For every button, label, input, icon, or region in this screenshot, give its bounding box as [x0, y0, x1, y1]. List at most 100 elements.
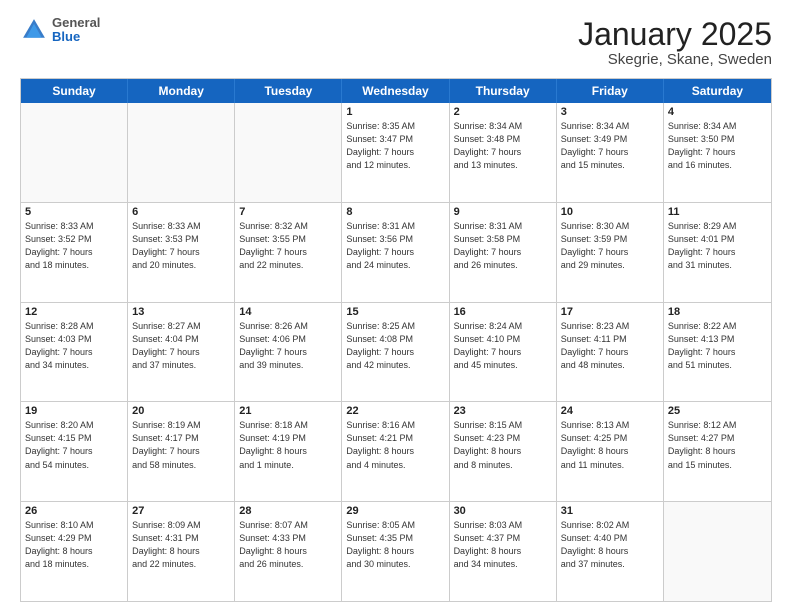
day-number: 7	[239, 206, 337, 218]
day-number: 29	[346, 505, 444, 517]
day-cell-20: 20 Sunrise: 8:19 AM Sunset: 4:17 PM Dayli…	[128, 402, 235, 501]
day-info: Sunrise: 8:35 AM Sunset: 3:47 PM Dayligh…	[346, 120, 444, 172]
day-cell-16: 16 Sunrise: 8:24 AM Sunset: 4:10 PM Dayli…	[450, 303, 557, 402]
day-cell-28: 28 Sunrise: 8:07 AM Sunset: 4:33 PM Dayli…	[235, 502, 342, 601]
title-block: January 2025 Skegrie, Skane, Sweden	[578, 16, 772, 68]
day-info: Sunrise: 8:31 AM Sunset: 3:56 PM Dayligh…	[346, 220, 444, 272]
day-info: Sunrise: 8:31 AM Sunset: 3:58 PM Dayligh…	[454, 220, 552, 272]
day-number: 26	[25, 505, 123, 517]
day-cell-12: 12Sunrise: 8:28 AM Sunset: 4:03 PM Dayli…	[21, 303, 128, 402]
day-info: Sunrise: 8:27 AM Sunset: 4:04 PM Dayligh…	[132, 320, 230, 372]
weekday-header-sunday: Sunday	[21, 79, 128, 103]
day-cell-2: 2Sunrise: 8:34 AM Sunset: 3:48 PM Daylig…	[450, 103, 557, 202]
day-info: Sunrise: 8:16 AM Sunset: 4:21 PM Dayligh…	[346, 419, 444, 471]
day-info: Sunrise: 8:29 AM Sunset: 4:01 PM Dayligh…	[668, 220, 767, 272]
day-info: Sunrise: 8:33 AM Sunset: 3:52 PM Dayligh…	[25, 220, 123, 272]
day-info: Sunrise: 8:02 AM Sunset: 4:40 PM Dayligh…	[561, 519, 659, 571]
day-info: Sunrise: 8:33 AM Sunset: 3:53 PM Dayligh…	[132, 220, 230, 272]
week-row-2: 5 Sunrise: 8:33 AM Sunset: 3:52 PM Daylig…	[21, 203, 771, 303]
day-cell-6: 6 Sunrise: 8:33 AM Sunset: 3:53 PM Daylig…	[128, 203, 235, 302]
day-number: 27	[132, 505, 230, 517]
day-cell-3: 3 Sunrise: 8:34 AM Sunset: 3:49 PM Daylig…	[557, 103, 664, 202]
day-cell-27: 27 Sunrise: 8:09 AM Sunset: 4:31 PM Dayli…	[128, 502, 235, 601]
day-number: 30	[454, 505, 552, 517]
day-cell-18: 18 Sunrise: 8:22 AM Sunset: 4:13 PM Dayli…	[664, 303, 771, 402]
week-row-4: 19 Sunrise: 8:20 AM Sunset: 4:15 PM Dayli…	[21, 402, 771, 502]
calendar-body: 1 Sunrise: 8:35 AM Sunset: 3:47 PM Daylig…	[21, 103, 771, 601]
day-number: 1	[346, 106, 444, 118]
day-info: Sunrise: 8:34 AM Sunset: 3:48 PM Dayligh…	[454, 120, 552, 172]
day-number: 21	[239, 405, 337, 417]
empty-cell	[21, 103, 128, 202]
day-number: 12	[25, 306, 123, 318]
day-info: Sunrise: 8:12 AM Sunset: 4:27 PM Dayligh…	[668, 419, 767, 471]
day-number: 14	[239, 306, 337, 318]
day-info: Sunrise: 8:26 AM Sunset: 4:06 PM Dayligh…	[239, 320, 337, 372]
day-cell-1: 1 Sunrise: 8:35 AM Sunset: 3:47 PM Daylig…	[342, 103, 449, 202]
day-info: Sunrise: 8:24 AM Sunset: 4:10 PM Dayligh…	[454, 320, 552, 372]
day-info: Sunrise: 8:23 AM Sunset: 4:11 PM Dayligh…	[561, 320, 659, 372]
empty-cell	[128, 103, 235, 202]
logo-blue: Blue	[52, 30, 100, 44]
week-row-3: 12Sunrise: 8:28 AM Sunset: 4:03 PM Dayli…	[21, 303, 771, 403]
day-info: Sunrise: 8:09 AM Sunset: 4:31 PM Dayligh…	[132, 519, 230, 571]
day-info: Sunrise: 8:22 AM Sunset: 4:13 PM Dayligh…	[668, 320, 767, 372]
day-cell-8: 8Sunrise: 8:31 AM Sunset: 3:56 PM Daylig…	[342, 203, 449, 302]
day-cell-14: 14 Sunrise: 8:26 AM Sunset: 4:06 PM Dayli…	[235, 303, 342, 402]
day-info: Sunrise: 8:30 AM Sunset: 3:59 PM Dayligh…	[561, 220, 659, 272]
day-cell-9: 9 Sunrise: 8:31 AM Sunset: 3:58 PM Daylig…	[450, 203, 557, 302]
header: General Blue January 2025 Skegrie, Skane…	[20, 16, 772, 68]
weekday-header-monday: Monday	[128, 79, 235, 103]
day-number: 5	[25, 206, 123, 218]
day-number: 31	[561, 505, 659, 517]
day-info: Sunrise: 8:13 AM Sunset: 4:25 PM Dayligh…	[561, 419, 659, 471]
day-cell-19: 19 Sunrise: 8:20 AM Sunset: 4:15 PM Dayli…	[21, 402, 128, 501]
weekday-header-wednesday: Wednesday	[342, 79, 449, 103]
day-number: 23	[454, 405, 552, 417]
week-row-1: 1 Sunrise: 8:35 AM Sunset: 3:47 PM Daylig…	[21, 103, 771, 203]
day-cell-24: 24 Sunrise: 8:13 AM Sunset: 4:25 PM Dayli…	[557, 402, 664, 501]
day-cell-21: 21 Sunrise: 8:18 AM Sunset: 4:19 PM Dayli…	[235, 402, 342, 501]
day-cell-30: 30Sunrise: 8:03 AM Sunset: 4:37 PM Dayli…	[450, 502, 557, 601]
logo-text: General Blue	[52, 16, 100, 45]
day-number: 15	[346, 306, 444, 318]
day-cell-5: 5 Sunrise: 8:33 AM Sunset: 3:52 PM Daylig…	[21, 203, 128, 302]
day-cell-13: 13 Sunrise: 8:27 AM Sunset: 4:04 PM Dayli…	[128, 303, 235, 402]
day-number: 19	[25, 405, 123, 417]
day-number: 3	[561, 106, 659, 118]
day-cell-31: 31 Sunrise: 8:02 AM Sunset: 4:40 PM Dayli…	[557, 502, 664, 601]
day-cell-7: 7 Sunrise: 8:32 AM Sunset: 3:55 PM Daylig…	[235, 203, 342, 302]
day-number: 6	[132, 206, 230, 218]
calendar-header: SundayMondayTuesdayWednesdayThursdayFrid…	[21, 79, 771, 103]
day-number: 18	[668, 306, 767, 318]
weekday-header-friday: Friday	[557, 79, 664, 103]
day-number: 11	[668, 206, 767, 218]
day-info: Sunrise: 8:19 AM Sunset: 4:17 PM Dayligh…	[132, 419, 230, 471]
main-title: January 2025	[578, 16, 772, 53]
day-info: Sunrise: 8:20 AM Sunset: 4:15 PM Dayligh…	[25, 419, 123, 471]
day-cell-23: 23Sunrise: 8:15 AM Sunset: 4:23 PM Dayli…	[450, 402, 557, 501]
day-number: 13	[132, 306, 230, 318]
day-cell-4: 4 Sunrise: 8:34 AM Sunset: 3:50 PM Daylig…	[664, 103, 771, 202]
day-info: Sunrise: 8:34 AM Sunset: 3:49 PM Dayligh…	[561, 120, 659, 172]
calendar: SundayMondayTuesdayWednesdayThursdayFrid…	[20, 78, 772, 602]
empty-cell	[235, 103, 342, 202]
day-number: 24	[561, 405, 659, 417]
day-info: Sunrise: 8:34 AM Sunset: 3:50 PM Dayligh…	[668, 120, 767, 172]
day-cell-26: 26 Sunrise: 8:10 AM Sunset: 4:29 PM Dayli…	[21, 502, 128, 601]
day-number: 10	[561, 206, 659, 218]
day-number: 22	[346, 405, 444, 417]
day-number: 4	[668, 106, 767, 118]
day-number: 9	[454, 206, 552, 218]
day-cell-15: 15Sunrise: 8:25 AM Sunset: 4:08 PM Dayli…	[342, 303, 449, 402]
logo-icon	[20, 16, 48, 44]
day-number: 16	[454, 306, 552, 318]
day-info: Sunrise: 8:18 AM Sunset: 4:19 PM Dayligh…	[239, 419, 337, 471]
day-info: Sunrise: 8:10 AM Sunset: 4:29 PM Dayligh…	[25, 519, 123, 571]
day-info: Sunrise: 8:32 AM Sunset: 3:55 PM Dayligh…	[239, 220, 337, 272]
day-info: Sunrise: 8:07 AM Sunset: 4:33 PM Dayligh…	[239, 519, 337, 571]
day-number: 28	[239, 505, 337, 517]
day-number: 25	[668, 405, 767, 417]
day-number: 20	[132, 405, 230, 417]
day-cell-17: 17Sunrise: 8:23 AM Sunset: 4:11 PM Dayli…	[557, 303, 664, 402]
